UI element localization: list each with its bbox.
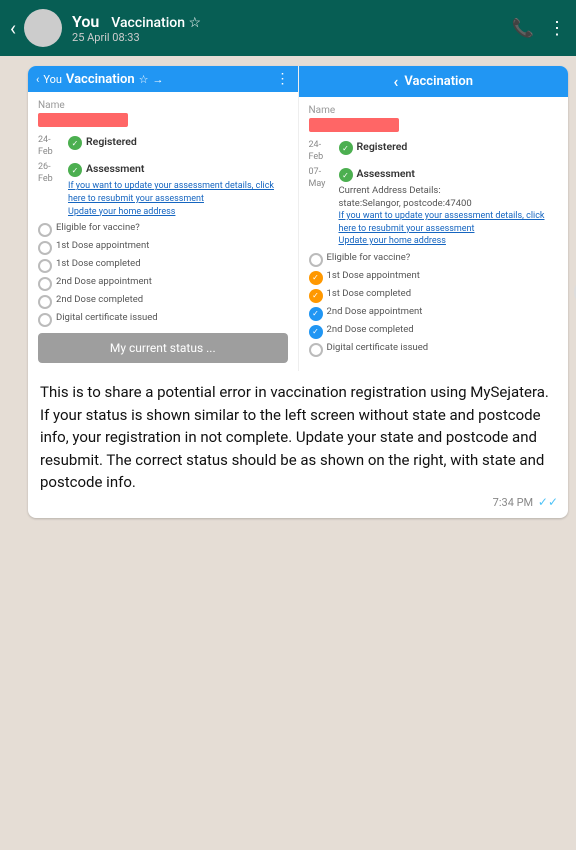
right-2dose-done: ✓ 2nd Dose completed [309, 324, 559, 339]
right-assess-date: 07-May [309, 167, 335, 247]
left-eligible-icon [38, 223, 52, 237]
left-cert-icon [38, 313, 52, 327]
right-2dose-appt-icon: ✓ [309, 307, 323, 321]
right-assess-link[interactable]: If you want to update your assessment de… [339, 210, 559, 248]
left-you-label: You [43, 73, 62, 86]
left-eligible-label: Eligible for vaccine? [56, 222, 140, 234]
left-1dose-done: 1st Dose completed [38, 258, 288, 273]
menu-icon[interactable]: ⋮ [548, 18, 566, 39]
dots-icon[interactable]: ⋮ [276, 71, 290, 87]
left-cert: Digital certificate issued [38, 312, 288, 327]
right-2dose-done-label: 2nd Dose completed [327, 324, 414, 336]
right-assess-label: Assessment [357, 167, 415, 181]
star-icon: ☆ [139, 73, 149, 86]
right-1dose-done-label: 1st Dose completed [327, 288, 412, 300]
left-reg-icon: ✓ [68, 136, 82, 150]
left-2dose-appt-icon [38, 277, 52, 291]
left-back-icon[interactable]: ‹ [36, 73, 39, 86]
right-cert-label: Digital certificate issued [327, 342, 429, 354]
right-2dose-appt: ✓ 2nd Dose appointment [309, 306, 559, 321]
right-reg-icon: ✓ [339, 141, 353, 155]
left-assess-icon: ✓ [68, 163, 82, 177]
right-assessment-row: 07-May ✓ Assessment Current Address Deta… [309, 167, 559, 247]
call-icon[interactable]: 📞 [512, 18, 534, 39]
left-2dose-appt: 2nd Dose appointment [38, 276, 288, 291]
left-1dose-appt: 1st Dose appointment [38, 240, 288, 255]
right-1dose-done-icon: ✓ [309, 289, 323, 303]
right-reg-date: 24-Feb [309, 140, 335, 163]
back-icon[interactable]: ‹ [10, 16, 16, 40]
left-name-label: Name [38, 100, 288, 111]
left-1dose-done-icon [38, 259, 52, 273]
right-2dose-appt-label: 2nd Dose appointment [327, 306, 423, 318]
left-name-redacted [38, 113, 128, 127]
right-name-redacted [309, 118, 399, 132]
right-reg-label: Registered [357, 140, 408, 154]
right-title: Vaccination [404, 74, 473, 89]
left-title: Vaccination [66, 72, 135, 87]
chat-header: ‹ You Vaccination ☆ 25 April 08:33 📞 ⋮ [0, 0, 576, 56]
left-2dose-appt-label: 2nd Dose appointment [56, 276, 152, 288]
left-panel: ‹ You Vaccination ☆ → ⋮ Name [28, 66, 299, 371]
right-1dose-done: ✓ 1st Dose completed [309, 288, 559, 303]
left-panel-header: ‹ You Vaccination ☆ → ⋮ [28, 66, 298, 92]
right-1dose-appt-icon: ✓ [309, 271, 323, 285]
chat-timestamp: 25 April 08:33 [72, 31, 512, 44]
left-2dose-done-label: 2nd Dose completed [56, 294, 143, 306]
left-reg-label: Registered [86, 135, 137, 149]
right-eligible: Eligible for vaccine? [309, 252, 559, 267]
left-reg-date: 24-Feb [38, 135, 64, 158]
right-assess-icon: ✓ [339, 168, 353, 182]
vaccination-panels: ‹ You Vaccination ☆ → ⋮ Name [28, 66, 568, 371]
right-2dose-done-icon: ✓ [309, 325, 323, 339]
left-eligible: Eligible for vaccine? [38, 222, 288, 237]
chat-area: ‹ You Vaccination ☆ → ⋮ Name [0, 56, 576, 850]
right-registered-row: 24-Feb ✓ Registered [309, 140, 559, 163]
left-assess-link[interactable]: If you want to update your assessment de… [68, 180, 288, 218]
right-panel: ‹ Vaccination Name 24-Feb ✓ Registered [299, 66, 569, 371]
avatar [24, 9, 62, 47]
left-assess-label: Assessment [86, 162, 144, 176]
left-assess-date: 26-Feb [38, 162, 64, 218]
message-bubble: ‹ You Vaccination ☆ → ⋮ Name [28, 66, 568, 518]
message-timestamp: 7:34 PM ✓✓ [493, 493, 558, 512]
left-2dose-done-icon [38, 295, 52, 309]
message-text: This is to share a potential error in va… [40, 383, 549, 491]
right-eligible-icon [309, 253, 323, 267]
right-1dose-appt-label: 1st Dose appointment [327, 270, 420, 282]
left-1dose-appt-label: 1st Dose appointment [56, 240, 149, 252]
left-cert-label: Digital certificate issued [56, 312, 158, 324]
left-2dose-done: 2nd Dose completed [38, 294, 288, 309]
right-eligible-label: Eligible for vaccine? [327, 252, 411, 264]
current-status-button[interactable]: My current status ... [38, 333, 288, 363]
left-assessment-row: 26-Feb ✓ Assessment If you want to updat… [38, 162, 288, 218]
left-registered-row: 24-Feb ✓ Registered [38, 135, 288, 158]
read-receipt-icon: ✓✓ [538, 495, 558, 509]
right-cert: Digital certificate issued [309, 342, 559, 357]
chat-name: You Vaccination ☆ [72, 12, 512, 31]
right-address-sub: Current Address Details:state:Selangor, … [339, 185, 559, 210]
right-panel-header: ‹ Vaccination [299, 66, 569, 97]
left-1dose-appt-icon [38, 241, 52, 255]
right-back-icon[interactable]: ‹ [393, 72, 398, 91]
chat-info: You Vaccination ☆ 25 April 08:33 [72, 12, 512, 44]
right-cert-icon [309, 343, 323, 357]
right-name-label: Name [309, 105, 559, 116]
left-1dose-done-label: 1st Dose completed [56, 258, 141, 270]
message-text-area: This is to share a potential error in va… [28, 371, 568, 518]
arrow-icon: → [152, 73, 163, 86]
right-1dose-appt: ✓ 1st Dose appointment [309, 270, 559, 285]
header-icons[interactable]: 📞 ⋮ [512, 18, 566, 39]
